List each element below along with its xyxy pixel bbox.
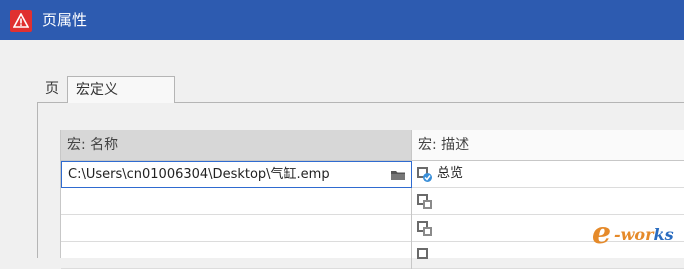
column-header-macro-description[interactable]: 宏: 描述 [412,130,684,161]
macro-description-cell[interactable] [412,188,684,215]
macro-name-cell[interactable] [61,215,412,242]
table-row[interactable] [61,188,684,215]
macro-description-value[interactable]: 总览 [437,161,463,187]
watermark-suffix: ks [653,225,674,244]
column-header-macro-name[interactable]: 宏: 名称 [61,130,412,161]
tab-page[interactable]: 页 [37,76,67,103]
table-row[interactable] [61,242,684,269]
table-row[interactable]: C:\Users\cn01006304\Desktop\气缸.emp 总览 [61,161,684,188]
folder-icon[interactable] [390,169,406,181]
window-title: 页属性 [42,11,88,29]
macro-name-cell[interactable] [61,188,412,215]
macro-icon [417,194,432,209]
watermark-prefix: e [592,216,612,251]
title-bar: 页属性 [0,0,684,40]
eworks-watermark-logo: e -works [592,219,684,249]
macro-name-cell[interactable]: C:\Users\cn01006304\Desktop\气缸.emp [61,161,412,188]
watermark-middle: -wor [614,225,654,244]
macro-table: 宏: 名称 宏: 描述 C:\Users\cn01006304\Desktop\… [60,130,684,269]
macro-name-cell[interactable] [61,242,412,269]
macro-icon [417,248,428,259]
macro-name-value[interactable]: C:\Users\cn01006304\Desktop\气缸.emp [68,167,330,182]
macro-description-cell[interactable]: 总览 [412,161,684,188]
warning-icon [10,10,32,32]
macro-icon [417,167,432,182]
table-row[interactable] [61,215,684,242]
macro-icon [417,221,432,236]
tab-macro-definition[interactable]: 宏定义 [67,76,175,103]
watermark-text: -works [614,226,674,244]
